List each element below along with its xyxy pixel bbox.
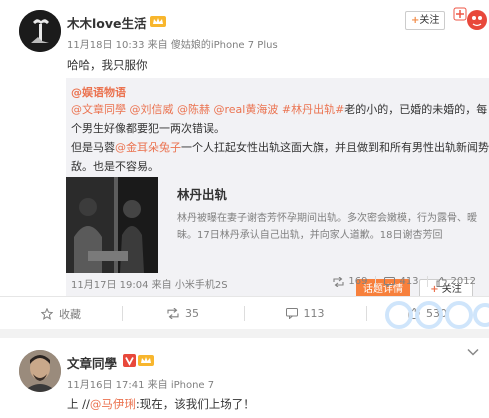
post1-username[interactable]: 木木love生活 bbox=[67, 13, 147, 32]
topic-thumbnail[interactable] bbox=[66, 177, 158, 273]
post2-meta: 11月16日 17:41 来自 iPhone 7 bbox=[67, 376, 214, 391]
repost-stats: 169 413 2012 bbox=[325, 276, 484, 287]
post1-device[interactable]: 傻姑娘的iPhone 7 Plus bbox=[171, 40, 278, 51]
chevron-down-icon[interactable] bbox=[467, 348, 479, 356]
post-card-1: 木木love生活 11月18日 10:33 来自 傻姑娘的iPhone 7 Pl… bbox=[0, 0, 489, 300]
repost-comment-count: 413 bbox=[399, 276, 419, 287]
repost-icon bbox=[167, 308, 179, 319]
repost-like-count: 2012 bbox=[450, 276, 476, 287]
avatar-image bbox=[19, 10, 61, 52]
follow-label: 关注 bbox=[419, 15, 440, 26]
hashtag-link[interactable]: #林丹出轨# bbox=[282, 103, 344, 116]
post2-from-label: 来自 bbox=[147, 380, 168, 391]
comment-count: 113 bbox=[303, 307, 325, 320]
verified-badge-icon[interactable] bbox=[123, 354, 136, 370]
avatar-image bbox=[19, 350, 61, 392]
mention-1[interactable]: @文章同學 bbox=[71, 103, 126, 116]
post2-text-pre: 上 // bbox=[67, 397, 90, 411]
background-decoration bbox=[381, 299, 489, 329]
post2-date[interactable]: 11月16日 17:41 bbox=[67, 380, 144, 391]
reposted-content: @娱语物语 @文章同學 @刘信威 @陈赫 @real黄海波 #林丹出轨#老的小的… bbox=[66, 78, 489, 300]
repost-footer: 11月17日 19:04 来自 小米手机2S 169 413 2012 bbox=[71, 276, 484, 291]
repost-count: 35 bbox=[185, 307, 199, 320]
avatar-user-2[interactable] bbox=[19, 350, 61, 392]
mention-6[interactable]: @马伊琍 bbox=[90, 397, 136, 411]
topic-description: 林丹被曝在妻子谢杏芳怀孕期间出轨。多次密会嫩模，行为露骨、暧昧。17日林丹承认自… bbox=[177, 213, 477, 241]
mention-5[interactable]: @金耳朵兔子 bbox=[115, 141, 181, 154]
mention-3[interactable]: @陈赫 bbox=[177, 103, 210, 116]
repost-line-3-post: 一个人扛起女性出轨这面大旗，并且做到和所有男性出轨新闻势均力 bbox=[181, 141, 489, 154]
repost-repost-count: 169 bbox=[348, 276, 368, 287]
post1-from-label: 来自 bbox=[147, 40, 168, 51]
repost-line-3: 但是马蓉@金耳朵兔子一个人扛起女性出轨这面大旗，并且做到和所有男性出轨新闻势均力 bbox=[71, 138, 489, 157]
repost-like-stat[interactable]: 2012 bbox=[426, 276, 484, 287]
favorite-button[interactable]: 收藏 bbox=[0, 297, 122, 330]
post2-text-post: :现在，该我们上场了！ bbox=[135, 397, 255, 411]
repost-icon bbox=[333, 276, 344, 287]
photo-image bbox=[66, 177, 158, 273]
repost-button[interactable]: 35 bbox=[122, 297, 244, 330]
post-card-2: 文章同學 11月16日 17:41 来自 iPhone 7 上 //@马伊琍:现… bbox=[0, 338, 489, 418]
repost-repost-stat[interactable]: 169 bbox=[325, 276, 375, 287]
topic-title[interactable]: 林丹出轨 bbox=[177, 184, 227, 203]
comment-button[interactable]: 113 bbox=[244, 297, 366, 330]
mention-4[interactable]: @real黄海波 bbox=[214, 103, 279, 116]
mention-2[interactable]: @刘信威 bbox=[130, 103, 174, 116]
vip-crown-icon[interactable] bbox=[150, 15, 166, 31]
favorite-label: 收藏 bbox=[59, 307, 81, 321]
post1-text: 哈哈，我只服你 bbox=[67, 58, 148, 72]
repost-line-1: @文章同學 @刘信威 @陈赫 @real黄海波 #林丹出轨#老的小的，已婚的未婚… bbox=[71, 100, 487, 119]
like-icon bbox=[436, 276, 447, 287]
comment-icon bbox=[384, 276, 396, 287]
repost-device[interactable]: 小米手机2S bbox=[175, 280, 228, 291]
repost-line-3-pre: 但是马蓉 bbox=[71, 141, 115, 154]
sticker-image bbox=[448, 2, 488, 32]
repost-from-label: 来自 bbox=[151, 280, 172, 291]
avatar-user-1[interactable] bbox=[19, 10, 61, 52]
post2-device[interactable]: iPhone 7 bbox=[171, 380, 214, 391]
vip-crown-icon[interactable] bbox=[138, 354, 154, 370]
comment-icon bbox=[285, 308, 298, 319]
post2-text: 上 //@马伊琍:现在，该我们上场了！ bbox=[67, 396, 255, 412]
follow-button[interactable]: +关注 bbox=[405, 11, 446, 30]
repost-date[interactable]: 11月17日 19:04 bbox=[71, 280, 148, 291]
post1-meta: 11月18日 10:33 来自 傻姑娘的iPhone 7 Plus bbox=[67, 36, 278, 51]
favorite-icon bbox=[41, 307, 53, 320]
repost-line-2: 个男生好像都要犯一两次错误。 bbox=[71, 122, 225, 135]
post1-date[interactable]: 11月18日 10:33 bbox=[67, 40, 144, 51]
repost-line-1-tail: 老的小的，已婚的未婚的，每 bbox=[344, 103, 488, 116]
repost-comment-stat[interactable]: 413 bbox=[375, 276, 426, 287]
post2-username[interactable]: 文章同學 bbox=[67, 353, 117, 372]
repost-author-link[interactable]: @娱语物语 bbox=[71, 86, 126, 99]
